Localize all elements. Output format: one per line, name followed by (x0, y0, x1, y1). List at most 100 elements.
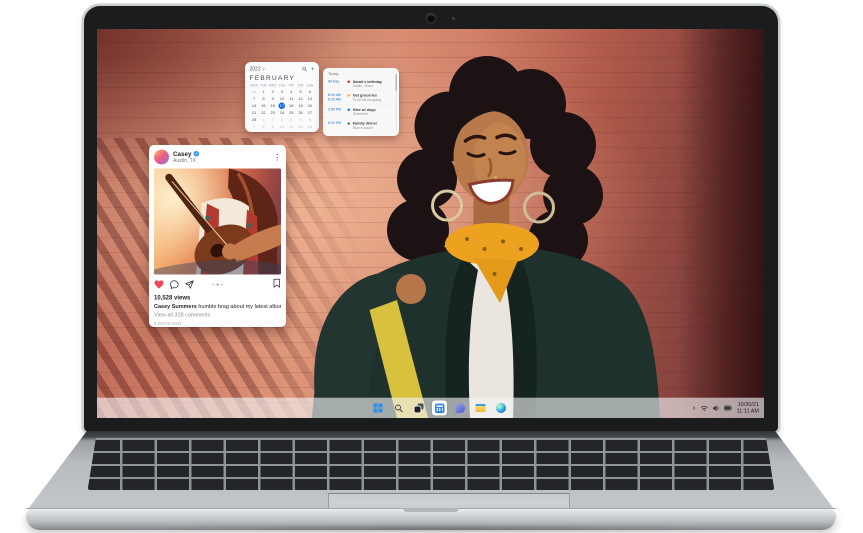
calendar-day[interactable]: 2 (268, 89, 277, 96)
carousel-dots (212, 283, 223, 285)
calendar-day[interactable]: 6 (305, 117, 314, 124)
avatar[interactable] (154, 150, 169, 165)
calendar-day[interactable]: 27 (305, 110, 314, 117)
edge-browser-button[interactable] (494, 401, 509, 416)
calendar-day[interactable]: 21 (250, 110, 259, 117)
folder-icon (476, 404, 486, 412)
agenda-event[interactable]: All DaySarah's birthdayAustin, Texas (328, 77, 393, 90)
task-view-icon (415, 404, 424, 413)
calendar-day[interactable]: 7 (250, 96, 259, 103)
laptop-lid: 2022 ∨ + FEBRUARY MONTUEWEDTHUFRISATSU (84, 6, 778, 432)
calendar-day[interactable]: 22 (259, 110, 268, 117)
calendar-day[interactable]: 1 (259, 117, 268, 124)
calendar-day[interactable]: 24 (277, 110, 286, 117)
post-photo[interactable] (154, 169, 281, 275)
file-explorer-button[interactable] (473, 401, 488, 416)
calendar-day[interactable]: 8 (259, 124, 268, 131)
calendar-day[interactable]: 5 (296, 89, 305, 96)
search-icon[interactable] (302, 67, 307, 72)
calendar-month-title: FEBRUARY (250, 74, 315, 82)
wifi-icon[interactable] (701, 405, 709, 412)
post-timestamp: 3 DAYS AGO (154, 321, 281, 326)
calendar-day[interactable]: 16 (268, 103, 277, 110)
agenda-event[interactable]: 3:00 PMHike w/ dogsGreenbelt (328, 105, 393, 119)
calendar-year-selector[interactable]: 2022 ∨ (250, 66, 266, 72)
calendar-day[interactable]: 23 (268, 110, 277, 117)
share-icon[interactable] (185, 280, 195, 290)
agenda-scrollbar-thumb[interactable] (395, 74, 397, 91)
agenda-event[interactable]: 8:00 AM8:30 AMGet groceriesTo-do list sh… (328, 90, 393, 104)
bookmark-icon[interactable] (273, 279, 282, 289)
post-username[interactable]: Casey (173, 150, 191, 157)
calendar-day[interactable]: 14 (250, 103, 259, 110)
calendar-widget: 2022 ∨ + FEBRUARY MONTUEWEDTHUFRISATSU (245, 62, 319, 132)
more-options-icon[interactable]: ⋮ (274, 153, 282, 161)
caption-author[interactable]: Casey Summers (154, 304, 197, 310)
post-caption: Casey Summers humble brag about my lates… (154, 304, 281, 310)
taskbar-search-button[interactable] (391, 401, 406, 416)
calendar-day[interactable]: 9 (268, 96, 277, 103)
calendar-day[interactable]: 9 (268, 124, 277, 131)
day-header: FRI (287, 84, 296, 88)
calendar-day[interactable]: 1 (259, 89, 268, 96)
calendar-day[interactable]: 12 (296, 96, 305, 103)
webcam (427, 14, 435, 22)
calendar-day[interactable]: 12 (296, 124, 305, 131)
chat-button[interactable] (453, 401, 468, 416)
calendar-day[interactable]: 13 (305, 124, 314, 131)
calendar-day[interactable]: 13 (305, 96, 314, 103)
calendar-day[interactable]: 4 (287, 89, 296, 96)
verified-badge-icon: ✓ (193, 151, 199, 157)
post-views: 10,528 views (154, 294, 281, 301)
calendar-day[interactable]: 5 (296, 117, 305, 124)
calendar-day-selected[interactable]: 17 (279, 103, 286, 110)
calendar-day[interactable]: 11 (287, 96, 296, 103)
agenda-list: All DaySarah's birthdayAustin, Texas8:00… (328, 77, 393, 132)
comments-link[interactable]: View all 328 comments (154, 312, 281, 318)
calendar-day[interactable]: 7 (250, 124, 259, 131)
calendar-day[interactable]: 26 (296, 110, 305, 117)
day-header: THU (277, 84, 286, 88)
agenda-event[interactable]: 6:30 PMFamily dinnerMom's house (328, 118, 393, 132)
day-header: SUN (305, 84, 314, 88)
chevron-up-icon[interactable]: ∧ (692, 405, 696, 411)
event-color-dot (348, 109, 350, 111)
day-header: WED (268, 84, 277, 88)
webcam-led (452, 17, 455, 20)
calendar-app-button[interactable] (432, 401, 447, 416)
event-color-dot (348, 81, 350, 83)
agenda-header: Today (328, 72, 393, 77)
calendar-day[interactable]: 25 (287, 110, 296, 117)
calendar-day[interactable]: 20 (305, 103, 314, 110)
battery-icon[interactable] (724, 405, 732, 411)
agenda-scrollbar[interactable] (395, 73, 397, 131)
calendar-day[interactable]: 10 (277, 124, 286, 131)
laptop-screen: 2022 ∨ + FEBRUARY MONTUEWEDTHUFRISATSU (97, 29, 764, 418)
calendar-day[interactable]: 28 (250, 117, 259, 124)
calendar-day[interactable]: 8 (259, 96, 268, 103)
calendar-day[interactable]: 18 (287, 103, 296, 110)
calendar-day[interactable]: 3 (277, 117, 286, 124)
calendar-day[interactable]: 10 (277, 96, 286, 103)
calendar-grid: 3112345678910111213141516171819202122232… (250, 89, 315, 131)
calendar-day[interactable]: 3 (277, 89, 286, 96)
calendar-day[interactable]: 31 (250, 89, 259, 96)
task-view-button[interactable] (412, 401, 427, 416)
calendar-day[interactable]: 2 (268, 117, 277, 124)
calendar-day[interactable]: 4 (287, 117, 296, 124)
start-button[interactable] (371, 401, 386, 416)
calendar-day[interactable]: 15 (259, 103, 268, 110)
tray-clock[interactable]: 10/30/21 11:11 AM (737, 402, 759, 415)
event-color-dot (348, 94, 350, 96)
floor-shadow (130, 524, 733, 533)
calendar-day[interactable]: 6 (305, 89, 314, 96)
comment-icon[interactable] (170, 280, 180, 290)
calendar-day[interactable]: 11 (287, 124, 296, 131)
keyboard-deck (28, 431, 834, 509)
volume-icon[interactable] (713, 405, 720, 412)
add-event-icon[interactable]: + (311, 66, 315, 72)
like-heart-icon[interactable] (154, 280, 164, 289)
calendar-day[interactable]: 19 (296, 103, 305, 110)
calendar-year-label: 2022 (250, 66, 261, 72)
post-location[interactable]: Austin, TX (173, 158, 199, 164)
